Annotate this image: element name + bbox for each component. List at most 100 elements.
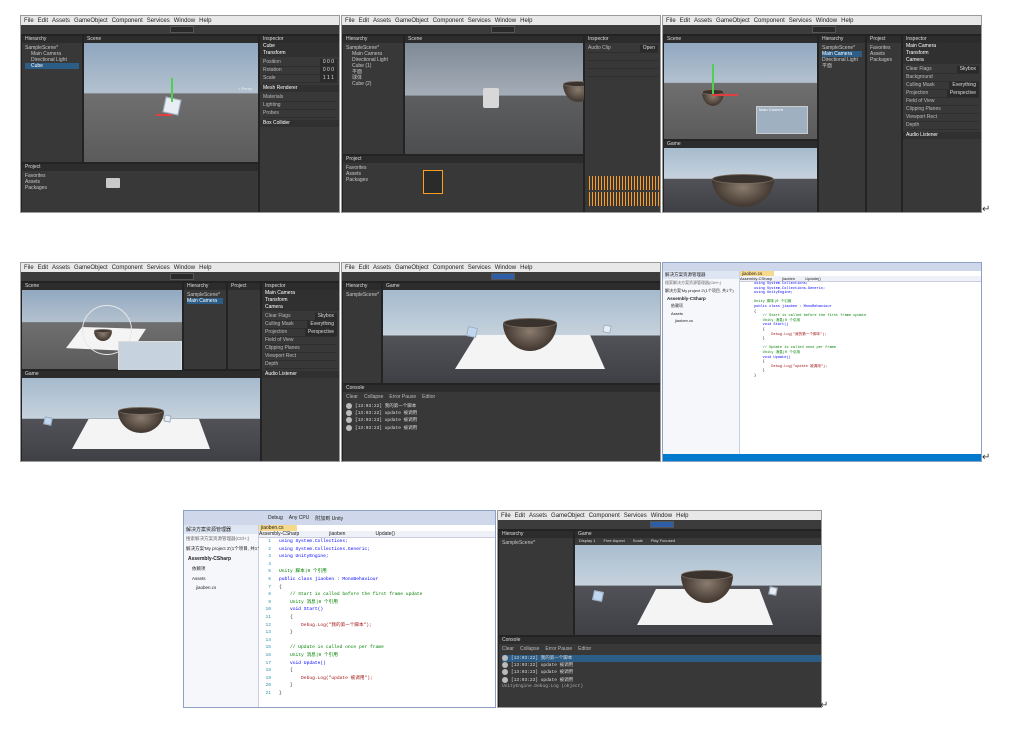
code-editor[interactable]: using System.Collections; using System.Co… [271, 538, 422, 697]
game-view[interactable]: Game [21, 370, 261, 461]
transform-header[interactable]: Transform [903, 50, 981, 57]
nav-class[interactable]: jiaoben [329, 531, 345, 537]
menu-file[interactable]: File [345, 18, 355, 24]
platform-config[interactable]: Any CPU [289, 515, 310, 521]
play-controls[interactable] [491, 273, 516, 280]
cube-object[interactable] [43, 416, 53, 426]
camera-header[interactable]: Camera [262, 304, 339, 311]
scale-slider[interactable]: Scale [633, 538, 643, 545]
menu-assets[interactable]: Assets [373, 265, 391, 271]
menu-component[interactable]: Component [112, 18, 143, 24]
code-line[interactable]: using System.Collections.Generic; [279, 546, 422, 554]
code-line[interactable]: // Start is called before the first fram… [279, 591, 422, 599]
hierarchy-item[interactable]: 平面 [822, 63, 862, 69]
menu-component[interactable]: Component [112, 265, 143, 271]
console-entry[interactable]: [13:03:22] update 被调用 [346, 410, 660, 417]
solution-search[interactable]: 搜索解决方案资源管理器(Ctrl+;) [663, 279, 739, 287]
menu-window[interactable]: Window [174, 265, 195, 271]
clear-button[interactable]: Clear [346, 394, 358, 401]
code-line[interactable] [279, 637, 422, 645]
hierarchy-tab[interactable]: Hierarchy [343, 36, 403, 43]
scene-view[interactable]: Scene < Persp [83, 35, 259, 163]
project-tab[interactable]: Project [228, 283, 260, 290]
menu-edit[interactable]: Edit [38, 265, 48, 271]
menu-assets[interactable]: Assets [373, 18, 391, 24]
project-item[interactable]: Packages [25, 185, 255, 191]
project-item[interactable]: Packages [870, 57, 898, 63]
console-tab[interactable]: Console [499, 637, 821, 644]
project-item[interactable]: Packages [346, 177, 580, 183]
menu-help[interactable]: Help [199, 265, 211, 271]
projection-value[interactable]: Perspective [304, 329, 337, 336]
cube-object[interactable] [592, 590, 604, 602]
menu-assets[interactable]: Assets [52, 18, 70, 24]
audio-asset-icon[interactable] [423, 170, 443, 194]
code-line[interactable]: using System.Collections; [279, 538, 422, 546]
attach-unity-button[interactable]: 附加到 Unity [315, 515, 343, 522]
menu-file[interactable]: File [501, 513, 511, 519]
menu-file[interactable]: File [345, 265, 355, 271]
transform-header[interactable]: Transform [262, 297, 339, 304]
solution-search[interactable]: 搜索解决方案资源管理器(Ctrl+;) [184, 534, 258, 544]
nav-project[interactable]: Assembly-CSharp [740, 276, 772, 281]
aspect-dropdown[interactable]: Free Aspect [603, 538, 624, 545]
play-focused-toggle[interactable]: Play Focused [651, 538, 675, 545]
error-pause-button[interactable]: Error Pause [389, 394, 416, 401]
clear-flags-value[interactable]: Skybox [956, 66, 979, 73]
editor-area[interactable]: jiaoben.cs Assembly-CSharp jiaoben Updat… [259, 525, 495, 707]
menu-gameobject[interactable]: GameObject [395, 18, 429, 24]
console-entry[interactable]: [13:03:22] 我的第一个脚本 [346, 403, 660, 410]
inspector-object-name[interactable]: Main Camera [903, 43, 981, 50]
references-node[interactable]: 依赖项 [184, 564, 258, 574]
console-entry-selected[interactable]: [13:03:22] 我的第一个脚本 [502, 655, 821, 663]
open-button[interactable]: Open [639, 45, 658, 52]
console-entry[interactable]: [13:03:23] update 被调用 [346, 417, 660, 424]
console-entry[interactable]: [13:03:23] update 被调用 [502, 669, 821, 676]
assets-node[interactable]: Assets [184, 574, 258, 583]
debug-config[interactable]: Debug [268, 515, 283, 521]
audio-listener-header[interactable]: Audio Listener [903, 132, 981, 139]
menu-file[interactable]: File [24, 265, 34, 271]
code-line[interactable]: void Start() [279, 606, 422, 614]
cube-object[interactable] [768, 586, 778, 596]
menu-services[interactable]: Services [624, 513, 647, 519]
code-line[interactable]: } [279, 690, 422, 698]
project-tab[interactable]: Project [867, 36, 901, 43]
scene-tab[interactable]: Scene [84, 36, 258, 43]
gizmo-y-axis[interactable] [712, 64, 714, 94]
project-tab[interactable]: Project [22, 164, 258, 171]
menu-gameobject[interactable]: GameObject [74, 18, 108, 24]
hierarchy-tab[interactable]: Hierarchy [819, 36, 865, 43]
menu-gameobject[interactable]: GameObject [395, 265, 429, 271]
solution-node[interactable]: 解决方案'My project 2'(1个项目, 共1个) [184, 544, 263, 554]
scene-tab[interactable]: Scene [22, 283, 182, 290]
menu-window[interactable]: Window [495, 265, 516, 271]
code-line[interactable]: Unity 消息|0 个引用 [279, 599, 422, 607]
code-line[interactable]: public class jiaoben : MonoBehaviour [279, 576, 422, 584]
hierarchy-tab[interactable]: Hierarchy [184, 283, 226, 290]
code-line[interactable]: // Update is called once per frame [279, 644, 422, 652]
code-line[interactable]: Debug.Log("我的第一个脚本"); [279, 622, 422, 630]
game-view[interactable]: Game Display 1 Free Aspect Scale Play Fo… [574, 530, 821, 636]
cube-object[interactable] [602, 324, 612, 334]
scene-view[interactable]: Scene [21, 282, 183, 371]
scene-tab[interactable]: Scene [664, 36, 817, 43]
inspector-object-name[interactable]: Main Camera [262, 290, 339, 297]
mesh-renderer-header[interactable]: Mesh Renderer [260, 85, 339, 92]
menu-component[interactable]: Component [589, 513, 620, 519]
transform-header[interactable]: Transform [260, 50, 339, 57]
menu-services[interactable]: Services [147, 265, 170, 271]
menu-window[interactable]: Window [174, 18, 195, 24]
menu-gameobject[interactable]: GameObject [551, 513, 585, 519]
menu-services[interactable]: Services [147, 18, 170, 24]
clear-flags-value[interactable]: Skybox [314, 313, 337, 320]
menu-window[interactable]: Window [816, 18, 837, 24]
menu-assets[interactable]: Assets [52, 265, 70, 271]
console-entry[interactable]: [13:03:23] update 被调用 [502, 676, 821, 684]
menu-edit[interactable]: Edit [515, 513, 525, 519]
assets-node[interactable]: Assets [663, 310, 739, 317]
code-editor[interactable]: using System.Collections; using System.Co… [740, 282, 981, 378]
nav-class[interactable]: jiaoben [782, 276, 795, 281]
menu-edit[interactable]: Edit [680, 18, 690, 24]
hierarchy-item[interactable]: Cube (2) [346, 81, 400, 87]
